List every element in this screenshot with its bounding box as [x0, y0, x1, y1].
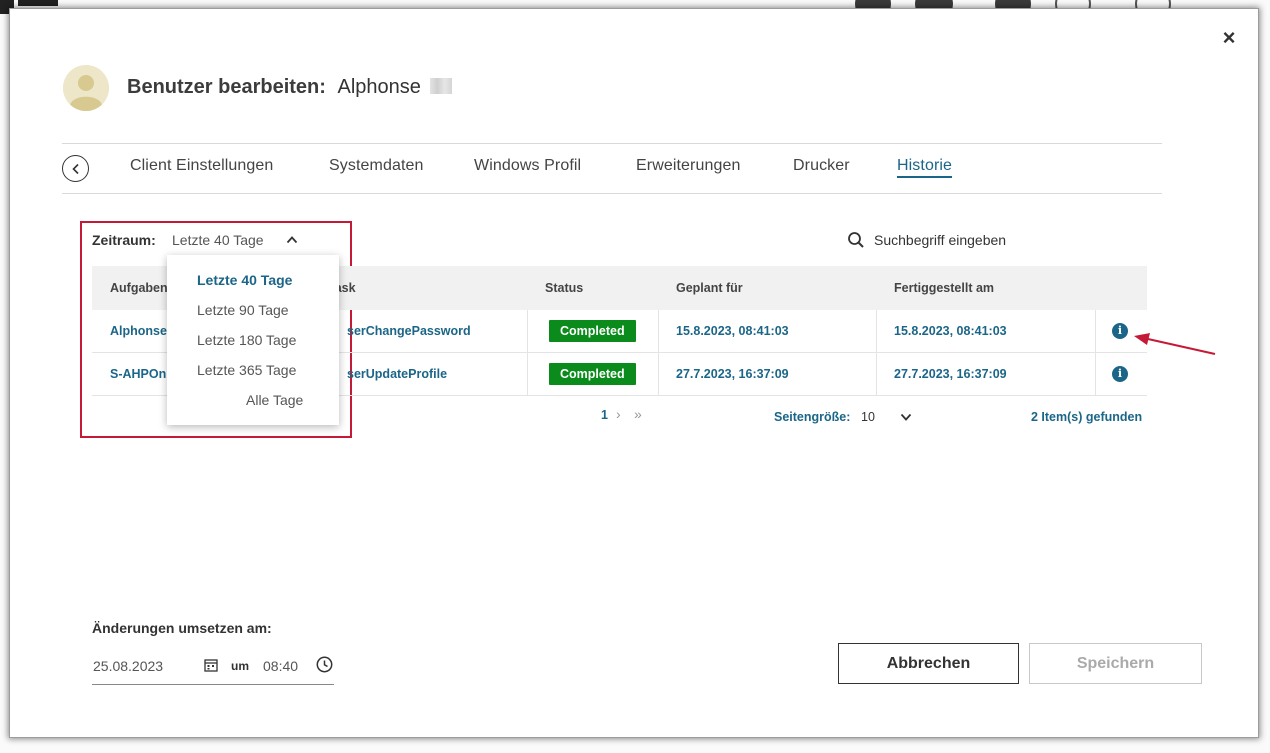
chevron-right-icon[interactable]: › — [616, 406, 621, 422]
column-separator — [658, 310, 659, 352]
tab-client-einstellungen[interactable]: Client Einstellungen — [130, 157, 273, 175]
tab-windows-profil[interactable]: Windows Profil — [474, 157, 581, 175]
chevron-down-icon[interactable] — [900, 411, 912, 423]
column-header-fertig[interactable]: Fertiggestellt am — [894, 266, 994, 310]
background-icon — [18, 0, 58, 6]
page-number-current[interactable]: 1 — [601, 408, 608, 422]
divider — [62, 193, 1162, 194]
tab-historie[interactable]: Historie — [897, 157, 953, 178]
page-title-label: Benutzer bearbeiten: — [127, 76, 326, 98]
user-name: Alphonse — [337, 76, 421, 98]
apply-changes-label: Änderungen umsetzen am: — [92, 620, 272, 636]
column-separator — [527, 310, 528, 352]
dropdown-option-all-days[interactable]: Alle Tage — [246, 392, 303, 408]
cancel-button[interactable]: Abbrechen — [838, 643, 1019, 684]
column-separator — [527, 353, 528, 395]
dropdown-option-180-days[interactable]: Letzte 180 Tage — [197, 332, 296, 348]
search-icon[interactable] — [847, 231, 865, 249]
double-chevron-right-icon[interactable]: » — [634, 406, 642, 422]
row-completed-date: 15.8.2023, 08:41:03 — [894, 324, 1007, 338]
column-header-status[interactable]: Status — [545, 266, 583, 310]
page-title: Benutzer bearbeiten: Alphonse — [127, 76, 453, 99]
period-filter-select[interactable]: Letzte 40 Tage — [172, 232, 264, 248]
tab-drucker[interactable]: Drucker — [793, 157, 850, 175]
save-button[interactable]: Speichern — [1029, 643, 1202, 684]
apply-date-field: 25.08.2023 um 08:40 — [92, 654, 334, 685]
column-header-aufgaben[interactable]: Aufgaben — [110, 266, 168, 310]
column-header-geplant[interactable]: Geplant für — [676, 266, 743, 310]
column-separator — [1095, 310, 1096, 352]
row-task-name[interactable]: S-AHPOn — [110, 353, 166, 395]
divider — [62, 143, 1162, 144]
row-completed-date: 27.7.2023, 16:37:09 — [894, 367, 1007, 381]
period-filter-label: Zeitraum: — [92, 232, 156, 248]
avatar — [63, 65, 109, 111]
clock-icon[interactable] — [316, 656, 333, 673]
user-silhouette-icon — [63, 65, 109, 111]
info-icon[interactable]: i — [1112, 323, 1128, 339]
tab-scroll-back-button[interactable] — [62, 155, 89, 182]
row-planned-date: 15.8.2023, 08:41:03 — [676, 324, 789, 338]
page-size-select[interactable]: 10 — [861, 410, 875, 424]
column-separator — [876, 310, 877, 352]
time-separator-label: um — [231, 659, 249, 673]
chevron-up-icon[interactable] — [286, 234, 298, 246]
status-badge: Completed — [549, 363, 636, 385]
redacted-surname — [430, 78, 453, 94]
tab-erweiterungen[interactable]: Erweiterungen — [636, 157, 740, 175]
items-found-count: 2 Item(s) gefunden — [1031, 410, 1143, 424]
column-separator — [658, 353, 659, 395]
row-planned-date: 27.7.2023, 16:37:09 — [676, 367, 789, 381]
dropdown-option-90-days[interactable]: Letzte 90 Tage — [197, 302, 289, 318]
page-size-label: Seitengröße: — [774, 410, 851, 424]
dropdown-option-365-days[interactable]: Letzte 365 Tage — [197, 362, 296, 378]
date-input[interactable]: 25.08.2023 — [93, 658, 163, 674]
time-input[interactable]: 08:40 — [263, 658, 298, 674]
info-icon[interactable]: i — [1112, 366, 1128, 382]
dropdown-option-40-days[interactable]: Letzte 40 Tage — [197, 272, 292, 288]
row-task-type[interactable]: serChangePassword — [347, 310, 471, 352]
tab-systemdaten[interactable]: Systemdaten — [329, 157, 423, 175]
close-icon[interactable]: × — [1219, 26, 1239, 50]
period-dropdown-menu: Letzte 40 Tage Letzte 90 Tage Letzte 180… — [167, 255, 339, 425]
row-task-type[interactable]: serUpdateProfile — [347, 353, 447, 395]
annotation-arrow — [1134, 333, 1216, 355]
status-badge: Completed — [549, 320, 636, 342]
edit-user-dialog: × Benutzer bearbeiten: Alphonse Client E… — [10, 9, 1258, 737]
calendar-icon[interactable] — [204, 658, 218, 672]
column-separator — [1095, 353, 1096, 395]
column-separator — [876, 353, 877, 395]
row-task-name[interactable]: Alphonse — [110, 310, 167, 352]
search-input[interactable] — [874, 229, 1124, 251]
chevron-left-icon — [71, 163, 79, 174]
